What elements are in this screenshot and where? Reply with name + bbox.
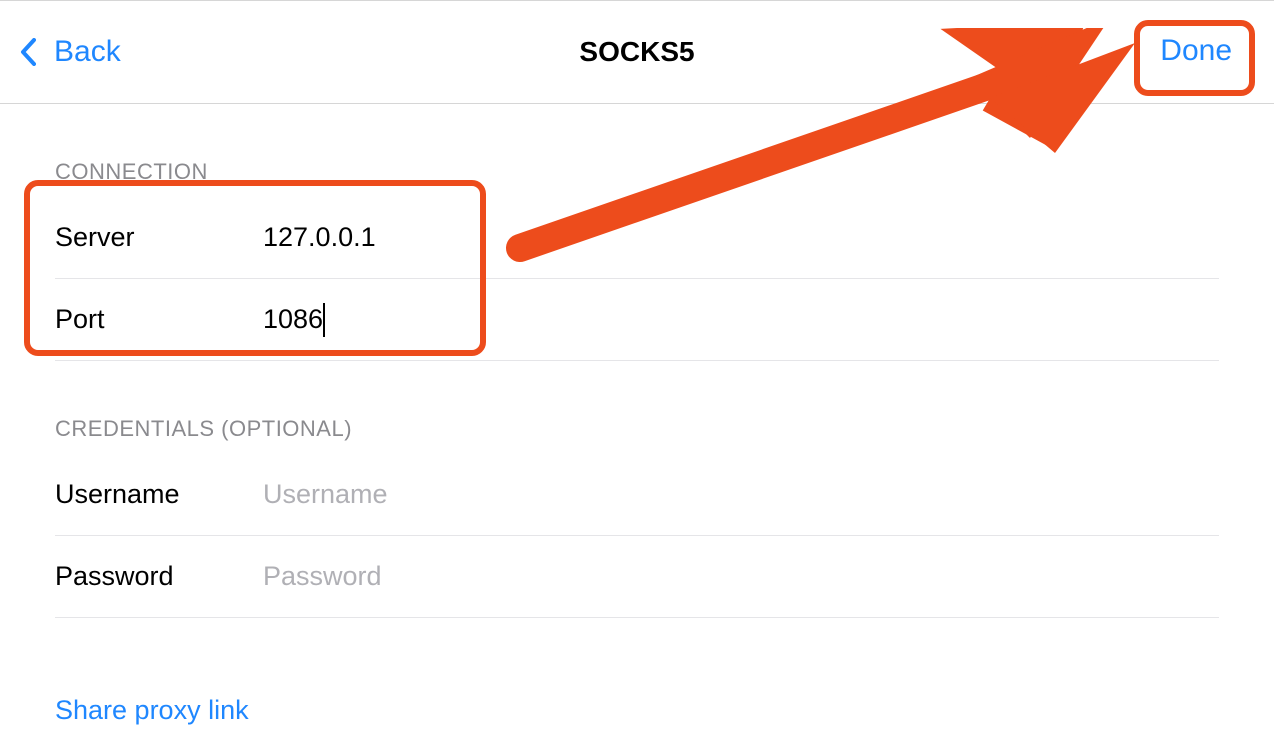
server-input[interactable]: [263, 222, 1219, 253]
done-button[interactable]: Done: [1138, 23, 1254, 79]
password-label: Password: [55, 561, 263, 592]
section-header-credentials: CREDENTIALS (OPTIONAL): [55, 416, 1219, 442]
header-bar: Back SOCKS5 Done: [0, 0, 1274, 104]
username-label: Username: [55, 479, 263, 510]
port-label: Port: [55, 304, 263, 335]
password-row: Password: [55, 536, 1219, 618]
done-label: Done: [1160, 34, 1232, 67]
text-cursor-icon: [323, 303, 325, 337]
back-label: Back: [54, 35, 121, 69]
share-proxy-link-label: Share proxy link: [55, 695, 249, 726]
chevron-left-icon: [20, 38, 36, 66]
content-area: CONNECTION Server Port 1086 CREDENTIALS …: [0, 159, 1274, 740]
share-proxy-link[interactable]: Share proxy link: [55, 670, 1219, 740]
password-input[interactable]: [263, 561, 1219, 592]
back-button[interactable]: Back: [20, 1, 121, 103]
port-row: Port 1086: [55, 279, 1219, 361]
section-header-connection: CONNECTION: [55, 159, 1219, 185]
username-row: Username: [55, 454, 1219, 536]
port-value[interactable]: 1086: [263, 304, 323, 335]
page-title: SOCKS5: [579, 36, 694, 68]
username-input[interactable]: [263, 479, 1219, 510]
server-row: Server: [55, 197, 1219, 279]
server-label: Server: [55, 222, 263, 253]
